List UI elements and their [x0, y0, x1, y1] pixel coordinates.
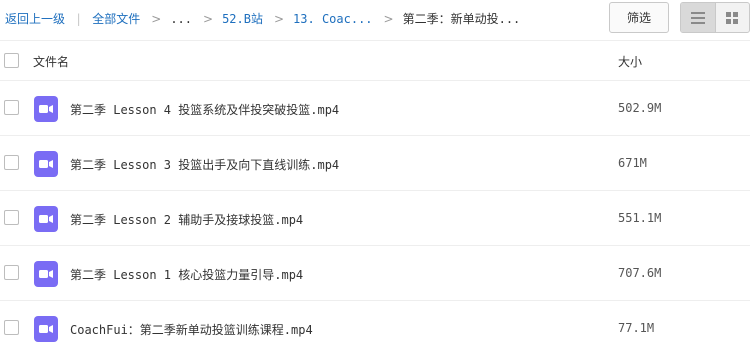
back-link[interactable]: 返回上一级 — [5, 10, 65, 27]
view-toggle — [680, 2, 750, 33]
file-size: 671M — [618, 156, 647, 170]
file-row[interactable]: 第二季 Lesson 4 投篮系统及伴投突破投篮.mp4 502.9M — [0, 81, 750, 136]
file-row[interactable]: 第二季 Lesson 2 辅助手及接球投篮.mp4 551.1M — [0, 191, 750, 246]
chevron-right-icon: > — [273, 11, 285, 26]
select-all-checkbox[interactable] — [4, 53, 19, 68]
chevron-right-icon: > — [203, 11, 214, 26]
row-checkbox[interactable] — [4, 210, 19, 225]
row-checkbox[interactable] — [4, 320, 19, 335]
column-header-name[interactable]: 文件名 — [33, 53, 69, 70]
file-row[interactable]: 第二季 Lesson 3 投篮出手及向下直线训练.mp4 671M — [0, 136, 750, 191]
list-view-icon — [690, 11, 705, 24]
row-checkbox[interactable] — [4, 100, 19, 115]
file-size: 707.6M — [618, 266, 662, 280]
chevron-right-icon: > — [151, 11, 162, 26]
toolbar: 返回上一级 | 全部文件 > ... > 52.B站 > 13. Coac...… — [0, 0, 750, 40]
video-file-icon — [34, 261, 58, 287]
video-file-icon — [34, 96, 58, 122]
file-name-link[interactable]: 第二季 Lesson 4 投篮系统及伴投突破投篮.mp4 — [70, 101, 339, 118]
video-file-icon — [34, 316, 58, 342]
video-file-icon — [34, 151, 58, 177]
breadcrumb-item-coach[interactable]: 13. Coac... — [293, 12, 372, 26]
file-row[interactable]: 第二季 Lesson 1 核心投篮力量引导.mp4 707.6M — [0, 246, 750, 301]
file-row[interactable]: CoachFui：第二季新单动投篮训练课程.mp4 77.1M — [0, 301, 750, 351]
file-list-header: 文件名 大小 — [0, 40, 750, 81]
breadcrumb-divider: | — [75, 11, 83, 26]
breadcrumb: 返回上一级 | 全部文件 > ... > 52.B站 > 13. Coac...… — [5, 10, 520, 27]
column-header-size[interactable]: 大小 — [618, 53, 642, 70]
list-view-button[interactable] — [681, 3, 715, 32]
all-files-link[interactable]: 全部文件 — [92, 10, 140, 27]
filter-button[interactable]: 筛选 — [609, 2, 669, 33]
file-size: 551.1M — [618, 211, 662, 225]
file-size: 77.1M — [618, 321, 655, 335]
breadcrumb-item-bzhan[interactable]: 52.B站 — [222, 10, 263, 27]
file-name-link[interactable]: 第二季 Lesson 3 投篮出手及向下直线训练.mp4 — [70, 156, 339, 173]
file-name-link[interactable]: 第二季 Lesson 1 核心投篮力量引导.mp4 — [70, 266, 303, 283]
grid-view-icon — [726, 11, 739, 24]
file-name-link[interactable]: 第二季 Lesson 2 辅助手及接球投篮.mp4 — [70, 211, 303, 228]
file-name-link[interactable]: CoachFui：第二季新单动投篮训练课程.mp4 — [70, 321, 313, 338]
breadcrumb-item-ellipsis[interactable]: ... — [170, 12, 192, 26]
breadcrumb-current: 第二季：新单动投... — [402, 12, 521, 26]
row-checkbox[interactable] — [4, 155, 19, 170]
grid-view-button[interactable] — [714, 3, 749, 32]
row-checkbox[interactable] — [4, 265, 19, 280]
file-size: 502.9M — [618, 101, 662, 115]
chevron-right-icon: > — [383, 11, 394, 26]
video-file-icon — [34, 206, 58, 232]
